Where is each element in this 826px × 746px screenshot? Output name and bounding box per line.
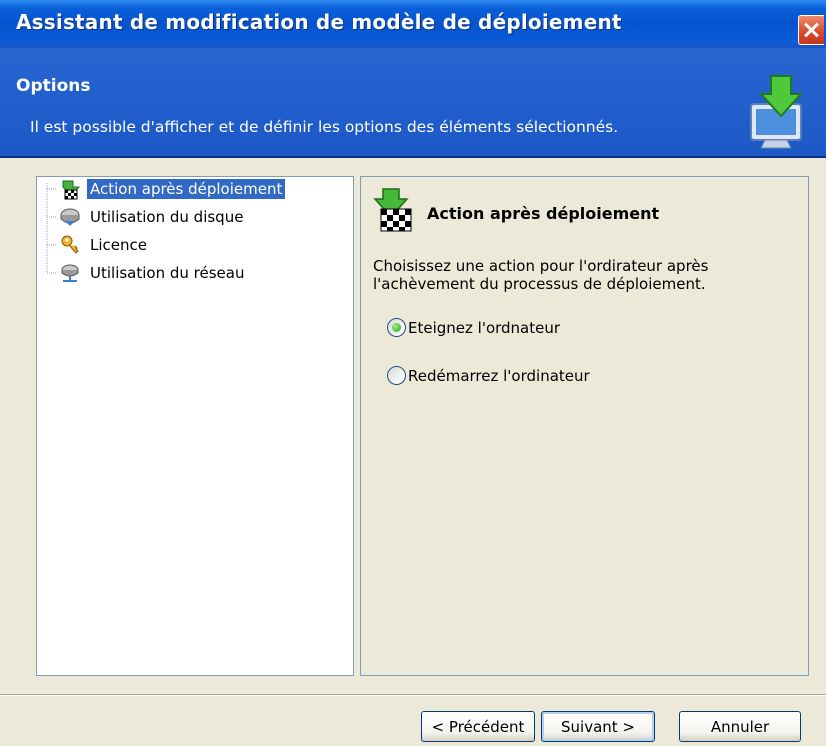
detail-description: Choisissez une action pour l'ordirateur … (373, 257, 709, 293)
options-tree: Action après déploiement Utilisation du … (36, 176, 354, 676)
page-title: Options (16, 76, 91, 96)
radio-circle[interactable] (387, 366, 406, 385)
close-button[interactable] (798, 15, 824, 45)
cancel-button[interactable]: Annuler (679, 711, 801, 742)
wizard-window: Assistant de modification de modèle de d… (0, 0, 826, 746)
page-description: Il est possible d'afficher et de définir… (30, 118, 619, 136)
title-bar[interactable]: Assistant de modification de modèle de d… (0, 0, 826, 48)
tree-item-label: Licence (90, 236, 147, 254)
back-button[interactable]: < Précédent (421, 711, 535, 742)
detail-title: Action après déploiement (427, 204, 660, 223)
tree-item-label: Action après déploiement (87, 179, 286, 199)
tree-item-label: Utilisation du disque (90, 208, 244, 226)
deployment-action-icon (373, 188, 412, 232)
wizard-header: Options Il est possible d'afficher et de… (0, 48, 826, 158)
radio-label: Eteignez l'ordnateur (408, 318, 561, 337)
tree-item-label: Utilisation du réseau (90, 264, 245, 282)
radio-restart[interactable]: Redémarrez l'ordinateur (387, 366, 590, 385)
radio-shutdown[interactable]: Eteignez l'ordnateur (387, 318, 560, 337)
key-icon (61, 235, 79, 254)
tree-item-network-usage[interactable]: Utilisation du réseau (59, 261, 247, 285)
radio-circle-checked[interactable] (387, 318, 406, 337)
network-icon (61, 264, 79, 282)
radio-label: Redémarrez l'ordinateur (408, 366, 590, 385)
computer-download-icon (750, 75, 804, 149)
disk-icon (60, 208, 80, 226)
window-title: Assistant de modification de modèle de d… (16, 10, 622, 34)
tree-item-disk-usage[interactable]: Utilisation du disque (59, 205, 246, 229)
options-detail-panel: Action après déploiement Choisissez une … (360, 176, 809, 676)
footer-divider (0, 694, 826, 696)
tree-item-license[interactable]: Licence (59, 233, 150, 257)
checkered-flag-icon (62, 180, 81, 200)
next-button[interactable]: Suivant > (541, 711, 655, 742)
tree-item-action-after-deployment[interactable]: Action après déploiement (59, 177, 286, 201)
